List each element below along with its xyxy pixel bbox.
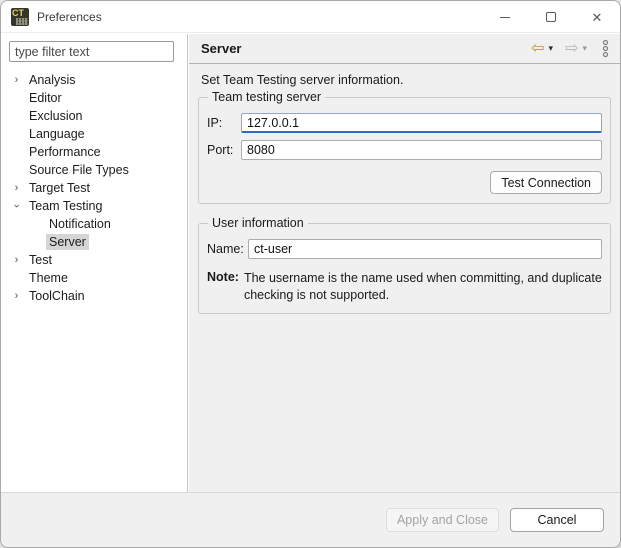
name-field[interactable] (248, 239, 602, 259)
port-field[interactable] (241, 140, 602, 160)
tree-item-source-file-types[interactable]: Source File Types (1, 161, 187, 179)
back-history-dropdown-icon[interactable]: ▾ (549, 44, 554, 53)
tree-item-editor[interactable]: Editor (1, 89, 187, 107)
tree-item-label: ToolChain (29, 289, 85, 303)
tree-item-label: Team Testing (29, 199, 103, 213)
chevron-collapsed-icon[interactable]: › (7, 254, 26, 266)
back-arrow-icon[interactable]: ⇦ (531, 40, 544, 57)
server-settings-panel: Server ⇦ ▾ ⇨ ▾ Set Team Testing server i… (189, 34, 620, 492)
app-icon: CT (11, 7, 29, 26)
group-legend: Team testing server (212, 90, 322, 104)
preferences-dialog: CT Preferences ✕ ›AnalysisEditorExclusio… (0, 0, 621, 548)
chevron-collapsed-icon[interactable]: › (7, 290, 26, 302)
tree-item-exclusion[interactable]: Exclusion (1, 107, 187, 125)
page-title: Server (201, 41, 242, 56)
cancel-button[interactable]: Cancel (510, 508, 604, 532)
page-description: Set Team Testing server information. (201, 73, 404, 87)
view-menu-icon[interactable] (601, 39, 610, 58)
tree-item-notification[interactable]: Notification (1, 215, 187, 233)
group-legend: User information (212, 216, 304, 230)
tree-item-team-testing[interactable]: › Team Testing (1, 197, 187, 215)
minimize-icon (500, 16, 510, 18)
tree-item-label: Test (29, 253, 52, 267)
tree-item-label: Notification (49, 217, 111, 231)
tree-item-label: Theme (29, 271, 68, 285)
tree-item-performance[interactable]: Performance (1, 143, 187, 161)
close-button[interactable]: ✕ (574, 1, 620, 33)
tree-item-target-test[interactable]: › Target Test (1, 179, 187, 197)
window-title: Preferences (37, 9, 102, 24)
chevron-collapsed-icon[interactable]: › (7, 182, 26, 194)
tree-item-label: Exclusion (29, 109, 83, 123)
tree-item-label: Target Test (29, 181, 90, 195)
tree-item-toolchain[interactable]: › ToolChain (1, 287, 187, 305)
tree-item-label: Performance (29, 145, 101, 159)
name-label: Name: (207, 242, 244, 256)
test-connection-button[interactable]: Test Connection (490, 171, 602, 194)
forward-arrow-icon: ⇨ (565, 39, 579, 57)
preferences-tree: › Analysis Editor Exclusion Language Performa… (1, 71, 187, 305)
tree-item-label: Analysis (29, 73, 76, 87)
chevron-collapsed-icon[interactable]: › (7, 74, 26, 86)
close-icon: ✕ (591, 9, 603, 25)
tree-item-label: Editor (29, 91, 62, 105)
titlebar: CT Preferences ✕ (1, 1, 620, 33)
note-label: Note: (207, 270, 239, 284)
tree-item-label: Server (46, 234, 89, 250)
tree-item-label: Language (29, 127, 85, 141)
tree-item-label: Source File Types (29, 163, 129, 177)
tree-item-theme[interactable]: Theme (1, 269, 187, 287)
dialog-button-bar: Apply and Close Cancel (1, 492, 620, 547)
tree-item-analysis[interactable]: › Analysis (1, 71, 187, 89)
note-text: The username is the name used when commi… (243, 271, 602, 302)
maximize-button[interactable] (528, 1, 574, 33)
ip-field[interactable] (241, 113, 602, 133)
user-information-group: User information Name: Note: The usernam… (198, 216, 611, 314)
port-label: Port: (207, 143, 234, 157)
team-testing-server-group: Team testing server IP: Port: Test Conne… (198, 90, 611, 204)
tree-item-language[interactable]: Language (1, 125, 187, 143)
forward-history-dropdown-icon[interactable]: ▾ (582, 44, 587, 53)
chevron-expanded-icon[interactable]: › (11, 197, 23, 216)
note: Note: The username is the name used when… (207, 270, 602, 304)
panel-header: Server ⇦ ▾ ⇨ ▾ (189, 34, 620, 64)
preferences-sidebar: ›AnalysisEditorExclusionLanguagePerforma… (1, 34, 188, 492)
minimize-button[interactable] (482, 1, 528, 33)
apply-and-close-button[interactable]: Apply and Close (385, 508, 499, 532)
ip-label: IP: (207, 116, 223, 130)
tree-item-server[interactable]: Server (1, 233, 187, 251)
tree-item-test[interactable]: › Test (1, 251, 187, 269)
filter-input[interactable] (9, 41, 174, 62)
maximize-icon (546, 12, 556, 22)
